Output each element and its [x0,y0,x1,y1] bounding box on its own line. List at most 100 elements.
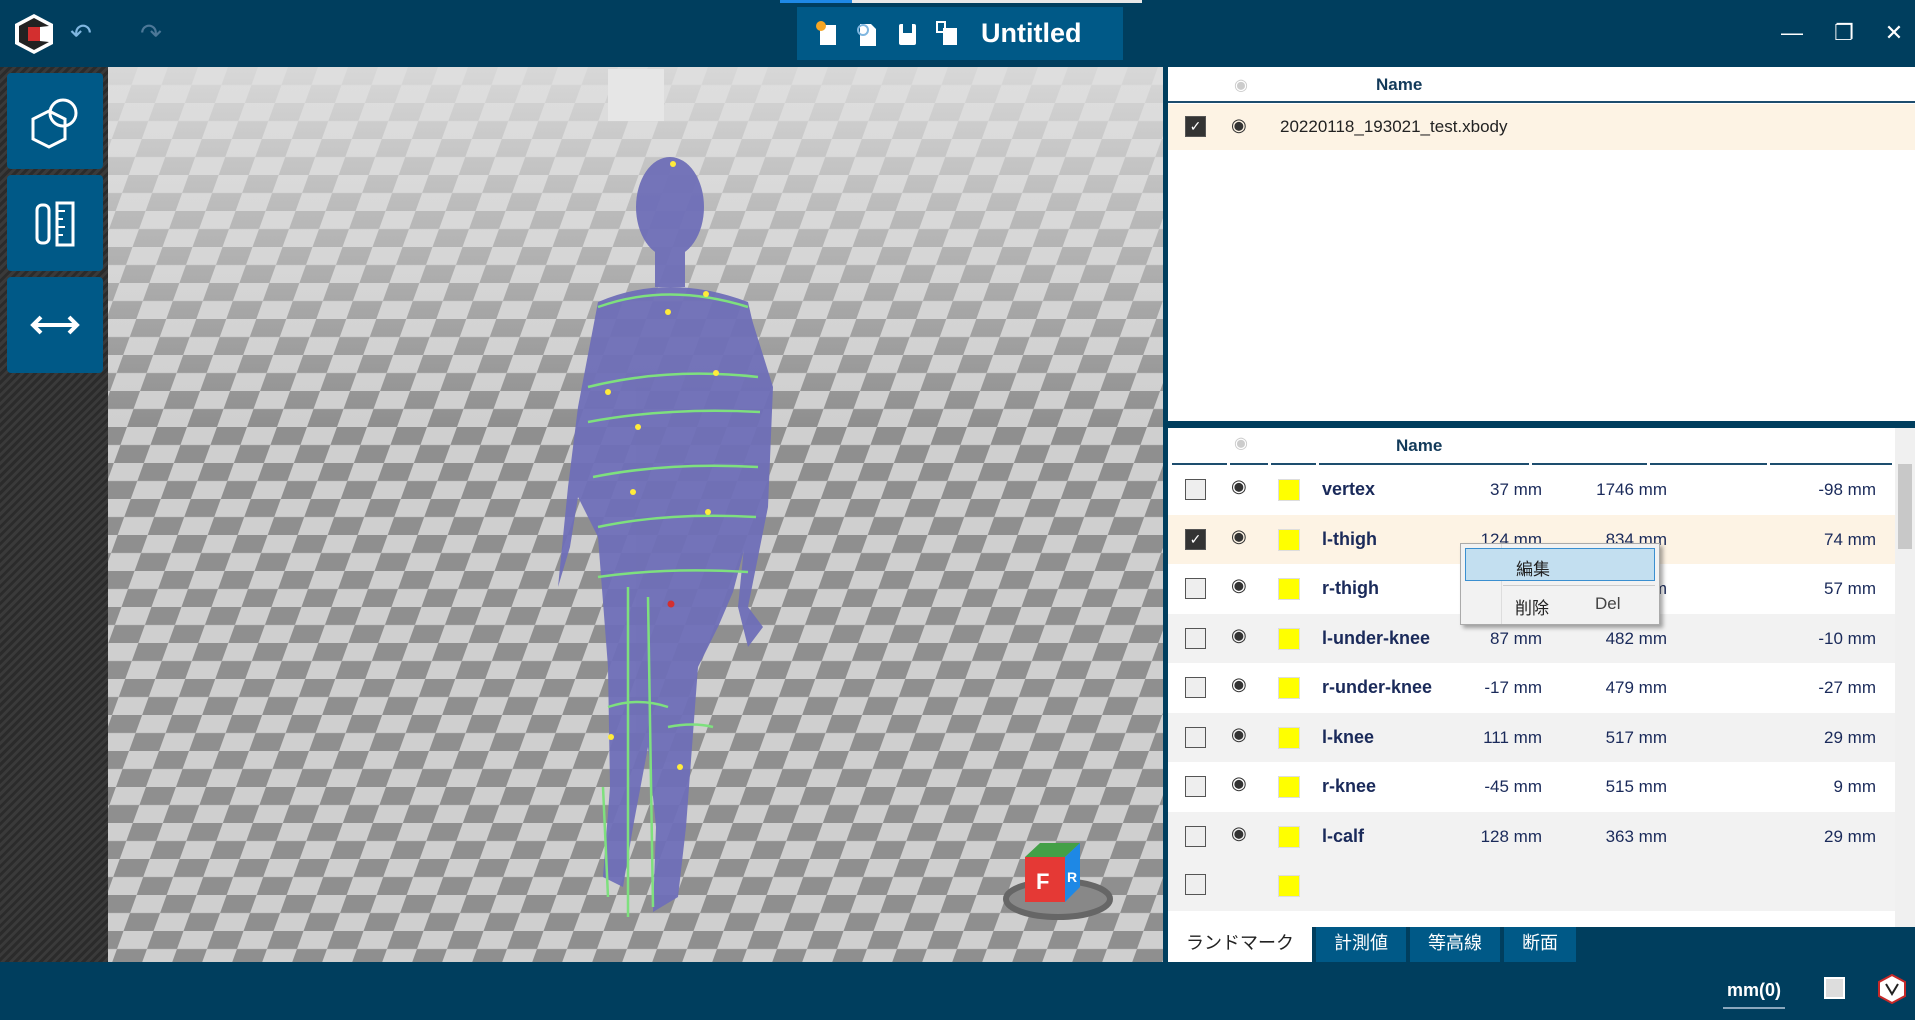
y-value: 517 mm [1605,727,1667,747]
tab-landmark[interactable]: ランドマーク [1168,927,1312,962]
eye-icon[interactable]: ◉ [1231,773,1247,794]
eye-icon[interactable]: ◉ [1231,115,1247,136]
z-value: 57 mm [1824,579,1876,598]
x-value: -17 mm [1484,678,1542,697]
3d-scene[interactable]: F R [108,67,1163,962]
landmark-name: l-knee [1322,726,1375,747]
file-name: 20220118_193021_test.xbody [1280,117,1508,136]
view-cube-front: F [1036,869,1049,894]
tab-measurements[interactable]: 計測値 [1316,927,1406,962]
eye-header-icon: ◉ [1234,77,1248,94]
eye-header-icon: ◉ [1234,435,1248,452]
eye-icon[interactable]: ◉ [1231,476,1247,497]
new-file-icon[interactable] [807,14,847,54]
x-value: 128 mm [1480,826,1542,846]
z-value: -98 mm [1818,480,1876,499]
x-value: 87 mm [1490,628,1542,648]
y-value: 479 mm [1605,678,1667,697]
y-value: 1746 mm [1596,480,1667,499]
z-value: 74 mm [1824,529,1876,549]
landmark-list: ◉ Name ◉ vertex 37 mm 1746 mm -98 mm ✓ ◉ … [1168,428,1915,927]
x-value: 111 mm [1483,727,1542,747]
pencil-ruler-icon [35,201,75,247]
brand-icon [1878,974,1906,1004]
color-swatch [1278,578,1300,600]
file-list-header: ◉ Name [1168,67,1915,103]
row-checkbox[interactable] [1185,726,1206,748]
z-value: 29 mm [1824,727,1876,747]
measure-tool-button[interactable] [7,175,103,271]
title-bar: ↶ ↷ Untitled — ❐ ✕ [0,0,1915,67]
status-bar: mm(0) [0,962,1915,1020]
color-swatch [1278,776,1300,798]
file-row[interactable]: ✓ ◉ 20220118_193021_test.xbody [1168,104,1915,150]
file-toolbar: Untitled [797,7,1123,60]
close-button[interactable]: ✕ [1876,18,1912,48]
context-menu-edit[interactable]: 編集 [1465,548,1655,581]
open-file-icon[interactable] [847,14,887,54]
row-checkbox[interactable] [1185,776,1206,797]
minimize-button[interactable]: — [1774,18,1810,48]
eye-icon[interactable]: ◉ [1231,575,1247,596]
row-checkbox[interactable] [1185,578,1206,599]
document-title: Untitled [981,18,1082,48]
scrollbar-thumb[interactable] [1898,464,1912,549]
color-swatch [1278,677,1300,699]
redo-icon[interactable]: ↷ [136,18,166,48]
row-checkbox[interactable]: ✓ [1185,528,1206,550]
landmark-name: r-knee [1322,776,1377,796]
file-checkbox[interactable]: ✓ [1185,116,1206,137]
table-row-partial[interactable] [1168,861,1895,911]
table-row[interactable]: ◉ r-knee -45 mm 515 mm 9 mm [1168,762,1895,812]
unit-selector[interactable]: mm(0) [1723,980,1786,1009]
z-value: 9 mm [1833,777,1877,796]
3d-viewport[interactable]: F R [108,67,1163,962]
row-checkbox[interactable] [1185,479,1206,500]
z-value: -10 mm [1818,628,1876,648]
file-list: ◉ Name ✓ ◉ 20220118_193021_test.xbody [1168,67,1915,421]
double-arrow-icon [30,315,80,335]
color-swatch [1278,726,1300,749]
distance-tool-button[interactable] [7,277,103,373]
row-checkbox[interactable] [1185,874,1206,895]
table-row[interactable]: ◉ l-knee 111 mm 517 mm 29 mm [1168,712,1895,762]
row-checkbox[interactable] [1185,627,1206,649]
panel-tabs: ランドマーク 計測値 等高線 断面 [1168,927,1580,962]
context-menu: 編集 削除 Del [1460,543,1660,625]
save-icon[interactable] [887,14,927,54]
table-row[interactable]: ◉ r-under-knee -17 mm 479 mm -27 mm [1168,663,1895,713]
y-value: 482 mm [1605,628,1667,648]
table-row[interactable]: ◉ vertex 37 mm 1746 mm -98 mm [1168,465,1895,515]
color-swatch [1278,528,1300,551]
landmark-name: l-under-knee [1322,627,1431,648]
tab-cross-section[interactable]: 断面 [1504,927,1576,962]
z-value: 29 mm [1824,826,1876,846]
table-row[interactable]: ◉ l-calf 128 mm 363 mm 29 mm [1168,811,1895,861]
eye-icon[interactable]: ◉ [1231,724,1247,745]
top-indicator [780,0,1142,3]
landmark-name: l-calf [1322,825,1365,846]
color-swatch [1278,479,1300,501]
name-column-header[interactable]: Name [1396,436,1442,456]
scrollbar[interactable] [1895,428,1915,927]
right-panel: ◉ Name ✓ ◉ 20220118_193021_test.xbody ◉ … [1168,67,1915,962]
eye-icon[interactable]: ◉ [1231,674,1247,695]
eye-icon[interactable]: ◉ [1231,823,1247,844]
display-toggle-icon[interactable] [1824,977,1845,999]
color-swatch [1278,627,1300,650]
y-value: 515 mm [1605,777,1667,796]
tab-contour[interactable]: 等高線 [1410,927,1500,962]
row-checkbox[interactable] [1185,825,1206,847]
view-reset-icon[interactable] [608,69,664,121]
row-checkbox[interactable] [1185,677,1206,698]
save-as-icon[interactable] [927,14,967,54]
eye-icon[interactable]: ◉ [1231,526,1247,547]
app-logo-icon [15,14,53,54]
body-view-tool-button[interactable] [7,73,103,169]
context-menu-delete[interactable]: 削除 Del [1465,588,1655,621]
cube-body-icon [31,98,78,149]
restore-button[interactable]: ❐ [1826,18,1862,48]
eye-icon[interactable]: ◉ [1231,625,1247,646]
name-column-header[interactable]: Name [1376,75,1422,95]
undo-icon[interactable]: ↶ [66,18,96,48]
